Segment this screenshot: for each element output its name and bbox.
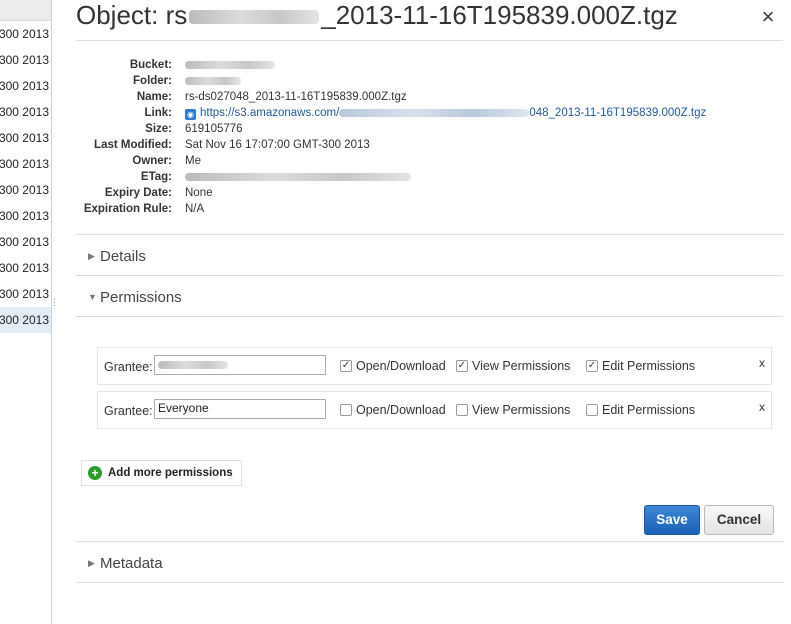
chevron-right-icon: ▶ [88, 251, 95, 261]
plus-icon: + [88, 466, 102, 480]
add-more-permissions-button[interactable]: + Add more permissions [81, 460, 242, 486]
remove-permission-icon[interactable]: x [759, 356, 765, 370]
list-item[interactable]: 300 2013 [0, 21, 51, 47]
splitter-handle[interactable]: ⋮ [50, 298, 59, 314]
list-item[interactable]: 300 2013 [0, 255, 51, 281]
object-properties: Bucket: Folder: Name: rs-ds027048_2013-11… [83, 59, 707, 215]
divider [76, 582, 783, 583]
divider [76, 316, 783, 317]
cancel-button[interactable]: Cancel [704, 505, 774, 535]
section-permissions-header[interactable]: ▼ Permissions [88, 287, 182, 307]
grantee-input[interactable] [154, 355, 326, 375]
permission-row: Grantee: Everyone Open/Download View Per… [97, 391, 772, 429]
grantee-input[interactable]: Everyone [154, 399, 326, 419]
redacted-text [185, 76, 241, 85]
open-download-checkbox[interactable]: ✓ [340, 360, 352, 372]
divider [76, 234, 783, 235]
divider [76, 40, 783, 41]
expiry-value: None [185, 187, 213, 199]
save-button[interactable]: Save [644, 505, 700, 535]
redacted-text [158, 360, 228, 369]
section-metadata-header[interactable]: ▶ Metadata [88, 553, 163, 573]
redacted-text [189, 10, 320, 25]
permission-row: Grantee: ✓ Open/Download ✓ View Permissi… [97, 347, 772, 385]
edit-permissions-checkbox[interactable] [586, 404, 598, 416]
properties-panel: Object: rs _2013-11-16T195839.000Z.tgz × … [76, 0, 783, 624]
view-permissions-checkbox[interactable]: ✓ [456, 360, 468, 372]
panel-title: Object: rs _2013-11-16T195839.000Z.tgz [76, 0, 678, 30]
rss-icon: ◉ [185, 109, 196, 120]
size-value: 619105776 [185, 123, 243, 135]
chevron-down-icon: ▼ [88, 292, 97, 302]
remove-permission-icon[interactable]: x [759, 400, 765, 414]
section-details-header[interactable]: ▶ Details [88, 246, 146, 266]
expiration-rule-value: N/A [185, 203, 205, 215]
divider [76, 541, 783, 542]
redacted-text [339, 108, 530, 117]
open-download-checkbox[interactable] [340, 404, 352, 416]
name-value: rs-ds027048_2013-11-16T195839.000Z.tgz [185, 91, 407, 103]
list-item[interactable]: 300 2013 [0, 281, 51, 307]
chevron-right-icon: ▶ [88, 558, 95, 568]
close-icon[interactable]: × [758, 4, 778, 30]
list-header [0, 0, 51, 21]
owner-value: Me [185, 155, 201, 167]
view-permissions-checkbox[interactable] [456, 404, 468, 416]
last-modified-value: Sat Nov 16 17:07:00 GMT-300 2013 [185, 139, 370, 151]
object-link[interactable]: ◉ https://s3.amazonaws.com/048_2013-11-16… [185, 106, 706, 121]
divider [76, 275, 783, 276]
redacted-text [185, 172, 411, 181]
list-item[interactable]: 300 2013 [0, 229, 51, 255]
list-item-selected[interactable]: 300 2013 [0, 307, 51, 333]
edit-permissions-checkbox[interactable]: ✓ [586, 360, 598, 372]
redacted-text [185, 60, 275, 69]
